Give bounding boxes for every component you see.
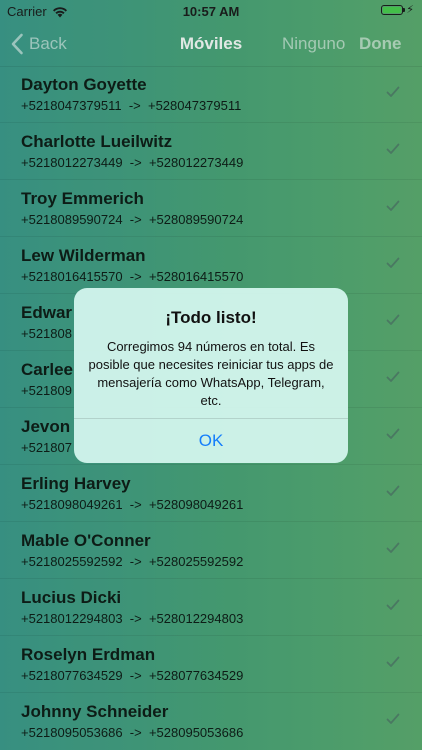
alert-title: ¡Todo listo!: [165, 308, 257, 327]
alert-message: Corregimos 94 números en total. Es posib…: [88, 339, 334, 408]
ok-button[interactable]: OK: [74, 419, 348, 463]
alert-dialog: ¡Todo listo! Corregimos 94 números en to…: [74, 288, 348, 463]
